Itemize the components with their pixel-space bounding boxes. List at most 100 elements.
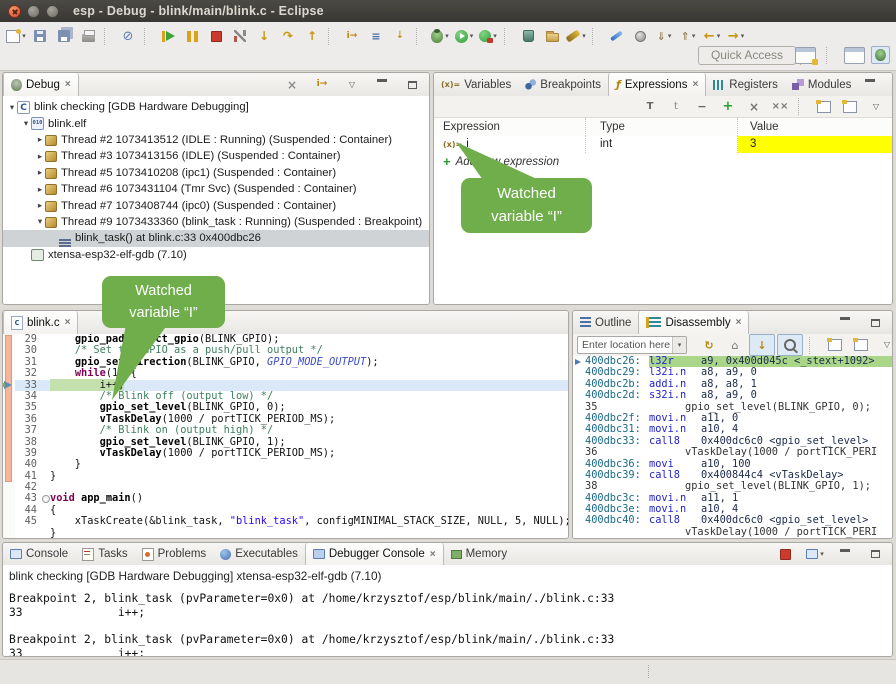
run-button[interactable]: ▾	[452, 26, 476, 46]
tab-expressions[interactable]: ƒExpressions×	[608, 73, 706, 96]
tree-item[interactable]: ▾Thread #9 1073433360 (blink_task : Runn…	[3, 214, 429, 230]
back-button[interactable]: ←▾	[700, 26, 724, 46]
sync-with-active-debug-context-button[interactable]: ↓	[749, 334, 775, 356]
tree-item[interactable]: ▸Thread #5 1073410208 (ipc1) (Suspended …	[3, 165, 429, 181]
view-menu-button[interactable]: ▽	[875, 335, 893, 355]
resume-button[interactable]	[156, 26, 180, 46]
annotation-ruler[interactable]	[3, 334, 15, 538]
tab-debug[interactable]: Debug×	[3, 73, 79, 96]
pin-view-button[interactable]	[849, 335, 873, 355]
tab-memory[interactable]: Memory	[444, 543, 515, 565]
close-icon[interactable]: ×	[736, 317, 742, 328]
tab-variables[interactable]: (x)=Variables	[434, 73, 518, 96]
dropdown-icon[interactable]: ▾	[445, 32, 449, 40]
suspend-button[interactable]	[180, 26, 204, 46]
line-number[interactable]: 37	[15, 425, 41, 436]
tab-console[interactable]: Console	[3, 543, 75, 565]
dropdown-icon[interactable]: ▾	[741, 32, 745, 40]
tree-item[interactable]: ▸Thread #2 1073413512 (IDLE : Running) (…	[3, 132, 429, 148]
tree-item[interactable]: ▸Thread #6 1073431104 (Tmr Svc) (Suspend…	[3, 181, 429, 197]
collapse-all-button[interactable]: −	[690, 97, 714, 117]
dropdown-icon[interactable]: ▾	[668, 32, 672, 40]
column-expression[interactable]: Expression	[434, 118, 586, 136]
new-wizard-button[interactable]: ▾	[4, 26, 28, 46]
pin-view-button[interactable]	[838, 97, 862, 117]
combo-dropdown-icon[interactable]: ▾	[672, 337, 686, 353]
view-menu-button[interactable]: ▽	[340, 75, 364, 95]
fold-icon[interactable]	[41, 493, 50, 504]
refresh-button[interactable]: ↻	[697, 335, 721, 355]
minimize-button[interactable]	[833, 544, 857, 564]
line-number[interactable]: 32	[15, 368, 41, 379]
line-number[interactable]: 45	[15, 516, 41, 527]
maximize-button[interactable]	[888, 75, 893, 95]
expand-arrow-icon[interactable]: ▸	[35, 200, 45, 211]
step-return-button[interactable]: ↑	[300, 26, 324, 46]
tab-registers[interactable]: Registers	[706, 73, 785, 96]
debug-button[interactable]: ▾	[428, 26, 452, 46]
remove-all-expressions-button[interactable]: ××	[768, 97, 792, 117]
show-type-names-button[interactable]: T	[638, 97, 662, 117]
tree-item[interactable]: ▸Thread #7 1073408744 (ipc0) (Suspended …	[3, 197, 429, 213]
maximize-button[interactable]	[863, 313, 887, 333]
terminate-console-button[interactable]	[773, 544, 797, 564]
cpp-perspective-button[interactable]	[844, 47, 865, 64]
dropdown-icon[interactable]: ▾	[692, 32, 696, 40]
terminate-button[interactable]	[204, 26, 228, 46]
remove-all-terminated-button[interactable]: ×	[280, 75, 304, 95]
display-selected-console-button[interactable]: ▾	[803, 544, 827, 564]
tree-item[interactable]: ▾Cblink checking [GDB Hardware Debugging…	[3, 99, 429, 115]
expand-arrow-icon[interactable]: ▸	[35, 167, 45, 178]
minimize-button[interactable]	[858, 75, 882, 95]
pin-editor-button[interactable]	[628, 26, 652, 46]
expand-arrow-icon[interactable]: ▸	[35, 184, 45, 195]
tab-tasks[interactable]: Tasks	[75, 543, 134, 565]
view-menu-button[interactable]: ▽	[864, 97, 888, 117]
print-button[interactable]	[76, 26, 100, 46]
search-button[interactable]: ▾	[564, 26, 588, 46]
view-management-button[interactable]: ≡	[364, 26, 388, 46]
toggle-mark-occurrences-button[interactable]	[604, 26, 628, 46]
tab-blink-c[interactable]: cblink.c×	[3, 311, 78, 334]
new-view-button[interactable]	[823, 335, 847, 355]
column-value[interactable]: Value	[738, 118, 892, 136]
tab-modules[interactable]: Modules	[785, 73, 858, 96]
minimize-button[interactable]	[833, 313, 857, 333]
line-number[interactable]	[15, 528, 41, 538]
expand-arrow-icon[interactable]: ▾	[21, 118, 31, 129]
external-tools-button[interactable]: ▾	[476, 26, 500, 46]
window-maximize-button[interactable]	[46, 5, 59, 18]
location-combo[interactable]: Enter location here ▾	[577, 336, 687, 354]
line-number[interactable]: 40	[15, 459, 41, 470]
disconnect-button[interactable]	[228, 26, 252, 46]
close-icon[interactable]: ×	[65, 317, 71, 328]
debug-perspective-button[interactable]	[871, 46, 890, 64]
dropdown-icon[interactable]: ▾	[470, 32, 474, 40]
location-input[interactable]: Enter location here	[578, 339, 672, 351]
remove-selected-expressions-button[interactable]: ×	[742, 97, 766, 117]
expand-arrow-icon[interactable]: ▸	[35, 151, 45, 162]
add-expression-button[interactable]: +	[716, 97, 740, 117]
forward-button[interactable]: →▾	[724, 26, 748, 46]
expand-arrow-icon[interactable]: ▾	[35, 216, 45, 227]
dropdown-icon[interactable]: ▾	[493, 32, 497, 40]
dropdown-icon[interactable]: ▾	[717, 32, 721, 40]
tab-executables[interactable]: Executables	[213, 543, 305, 565]
dropdown-icon[interactable]: ▾	[582, 32, 586, 40]
maximize-button[interactable]	[863, 544, 887, 564]
save-all-button[interactable]	[52, 26, 76, 46]
column-type[interactable]: Type	[586, 118, 738, 136]
tree-item[interactable]: xtensa-esp32-elf-gdb (7.10)	[3, 247, 429, 263]
save-button[interactable]	[28, 26, 52, 46]
close-icon[interactable]: ×	[65, 79, 71, 90]
close-icon[interactable]: ×	[692, 79, 698, 90]
quick-access-button[interactable]: Quick Access	[698, 46, 796, 65]
expand-arrow-icon[interactable]: ▾	[7, 102, 17, 113]
instruction-stepping-mode-button[interactable]: i→	[310, 75, 334, 95]
step-into-button[interactable]: ↓	[252, 26, 276, 46]
expand-arrow-icon[interactable]: ▸	[35, 134, 45, 145]
tab-breakpoints[interactable]: Breakpoints	[518, 73, 608, 96]
tab-debugger-console[interactable]: Debugger Console×	[305, 543, 444, 565]
window-minimize-button[interactable]	[27, 5, 40, 18]
dropdown-icon[interactable]: ▾	[820, 550, 824, 558]
